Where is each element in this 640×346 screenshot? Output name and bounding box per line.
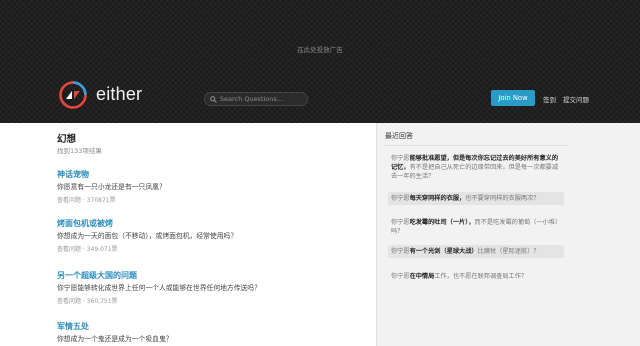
answer-chosen: 在中情局 <box>409 273 435 280</box>
sidebar-title: 最近回答 <box>385 132 413 140</box>
answer-chosen: 吃发霉的吐司（一片）， <box>409 219 475 226</box>
question-title[interactable]: 另一个超级大国的问题 <box>57 270 137 281</box>
join-now-button[interactable]: Join Now <box>491 90 535 106</box>
answer-prefix: 你宁愿 <box>391 248 410 255</box>
question-meta[interactable]: 查看问题 · 370871票 <box>57 195 116 204</box>
answer-prefix: 你宁愿 <box>391 273 410 280</box>
answer-prefix: 你宁愿 <box>391 155 410 162</box>
recent-answer-item[interactable]: 你宁愿在中情局工作，也不愿在联邦调查局工作？ <box>388 270 564 283</box>
recent-answer-item[interactable]: 你宁愿每天穿同样的衣服，也不要穿同样的衣服两次？ <box>388 192 564 205</box>
question-subtitle: 你想成为一个鬼还是成为一个吸血鬼？ <box>57 335 173 343</box>
answer-rest: 工作，也不愿在联邦调查局工作？ <box>434 273 528 280</box>
answer-chosen: 每天穿同样的衣服， <box>409 195 466 202</box>
answer-rest: 有不是把自己从死亡的边缘带回来，但是每一次都要减去一年的生活？ <box>391 164 559 180</box>
question-meta[interactable]: 查看问题 · 360,751票 <box>57 296 118 305</box>
result-count: 找到133项结果 <box>57 147 102 155</box>
recent-answer-item[interactable]: 你宁愿有一个光剑（星球大战）比魔杖（星际迷航）？ <box>388 245 564 258</box>
answer-rest: 也不要穿同样的衣服两次？ <box>465 195 540 202</box>
question-title[interactable]: 军情五处 <box>57 321 89 332</box>
question-subtitle: 你愿意有一只小龙还是有一只凤凰？ <box>57 183 166 191</box>
recent-answer-item[interactable]: 你宁愿吃发霉的吐司（一片），而不是吃发霉的葡萄（一小堆）吗？ <box>388 216 564 238</box>
signin-link[interactable]: 签到 <box>543 94 556 104</box>
ad-placeholder-text: 在此处投放广告 <box>297 46 343 54</box>
either-logo-icon[interactable] <box>58 80 88 110</box>
question-subtitle: 你想成为一天的面包（不移动），或烤面包机，经常使用吗？ <box>57 232 238 240</box>
question-subtitle: 你宁愿能够转化成世界上任何一个人或能够在世界任何地方传送吗？ <box>57 284 261 292</box>
sidebar-divider <box>385 145 567 146</box>
search-icon <box>210 95 217 103</box>
question-title[interactable]: 烤面包机或被烤 <box>57 218 113 229</box>
answer-rest: 比魔杖（星际迷航）？ <box>477 248 540 255</box>
answer-chosen: 有一个光剑（星球大战） <box>409 248 478 255</box>
answer-prefix: 你宁愿 <box>391 219 410 226</box>
search-box[interactable] <box>204 92 308 106</box>
search-input[interactable] <box>219 95 307 103</box>
recent-answer-item[interactable]: 你宁愿能够批准愿望，但是每次你忘记过去的美好所有意义的记忆，有不是把自己从死亡的… <box>388 152 564 183</box>
question-title[interactable]: 神话宠物 <box>57 169 89 180</box>
answer-prefix: 你宁愿 <box>391 195 410 202</box>
brand-name[interactable]: either <box>96 84 142 105</box>
submit-question-link[interactable]: 提交问题 <box>563 94 589 104</box>
question-meta[interactable]: 查看问题 · 349,071票 <box>57 244 118 253</box>
page-title: 幻想 <box>57 134 77 145</box>
